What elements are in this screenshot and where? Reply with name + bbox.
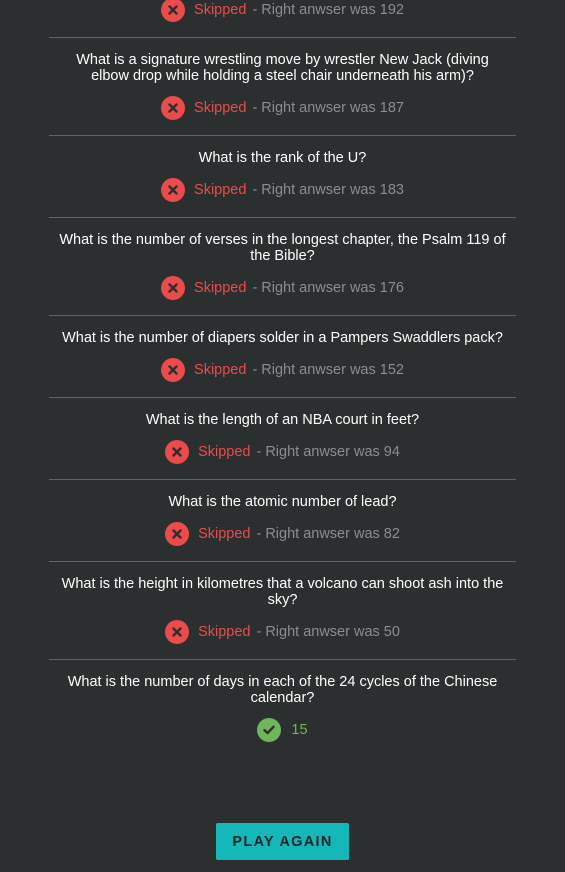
result-item: Skipped - Right anwser was 192 (49, 0, 516, 38)
answer-row: Skipped - Right anwser was 50 (57, 620, 508, 644)
right-answer: - Right anwser was 183 (252, 182, 404, 198)
close-icon (161, 178, 186, 202)
right-answer: - Right anwser was 187 (252, 100, 404, 116)
result-item: What is a signature wrestling move by wr… (49, 38, 516, 136)
close-icon (161, 276, 186, 300)
correct-answer-value: 15 (291, 722, 308, 738)
close-icon (165, 440, 190, 464)
close-icon (161, 358, 186, 382)
right-answer: - Right anwser was 152 (252, 362, 404, 378)
close-icon (161, 96, 186, 120)
results-list: Skipped - Right anwser was 192 What is a… (49, 0, 516, 757)
answer-row: 15 (57, 718, 508, 742)
result-item: What is the length of an NBA court in fe… (49, 398, 516, 480)
right-answer: - Right anwser was 82 (256, 526, 400, 542)
status-skipped: Skipped (194, 182, 247, 198)
right-answer: - Right anwser was 50 (256, 624, 400, 640)
question-text: What is the number of days in each of th… (67, 674, 498, 706)
status-skipped: Skipped (198, 624, 251, 640)
right-answer: - Right anwser was 176 (252, 280, 404, 296)
question-text: What is the number of diapers solder in … (62, 330, 503, 346)
check-icon (257, 718, 282, 742)
answer-row: Skipped - Right anwser was 192 (57, 0, 508, 22)
status-skipped: Skipped (194, 2, 247, 18)
result-item: What is the number of diapers solder in … (49, 316, 516, 398)
question-text: What is the atomic number of lead? (168, 494, 397, 510)
answer-row: Skipped - Right anwser was 94 (57, 440, 508, 464)
close-icon (165, 522, 190, 546)
result-item: What is the height in kilometres that a … (49, 562, 516, 660)
answer-row: Skipped - Right anwser was 152 (57, 358, 508, 382)
close-icon (161, 0, 186, 22)
status-skipped: Skipped (194, 280, 247, 296)
question-text: What is the height in kilometres that a … (61, 576, 504, 608)
result-item: What is the rank of the U? Skipped - Rig… (49, 136, 516, 218)
status-skipped: Skipped (198, 526, 251, 542)
right-answer: - Right anwser was 94 (256, 444, 400, 460)
result-item: What is the atomic number of lead? Skipp… (49, 480, 516, 562)
question-text: What is a signature wrestling move by wr… (76, 52, 489, 84)
question-text: What is the number of verses in the long… (59, 232, 506, 264)
right-answer: - Right anwser was 192 (252, 2, 404, 18)
status-skipped: Skipped (194, 100, 247, 116)
result-item: What is the number of verses in the long… (49, 218, 516, 316)
close-icon (165, 620, 190, 644)
answer-row: Skipped - Right anwser was 82 (57, 522, 508, 546)
answer-row: Skipped - Right anwser was 176 (57, 276, 508, 300)
play-again-button[interactable]: PLAY AGAIN (216, 823, 349, 860)
result-item: What is the number of days in each of th… (49, 660, 516, 757)
answer-row: Skipped - Right anwser was 187 (57, 96, 508, 120)
results-page: Skipped - Right anwser was 192 What is a… (0, 0, 565, 872)
question-text: What is the length of an NBA court in fe… (145, 412, 420, 428)
status-skipped: Skipped (198, 444, 251, 460)
answer-row: Skipped - Right anwser was 183 (57, 178, 508, 202)
status-skipped: Skipped (194, 362, 247, 378)
question-text: What is the rank of the U? (198, 150, 367, 166)
